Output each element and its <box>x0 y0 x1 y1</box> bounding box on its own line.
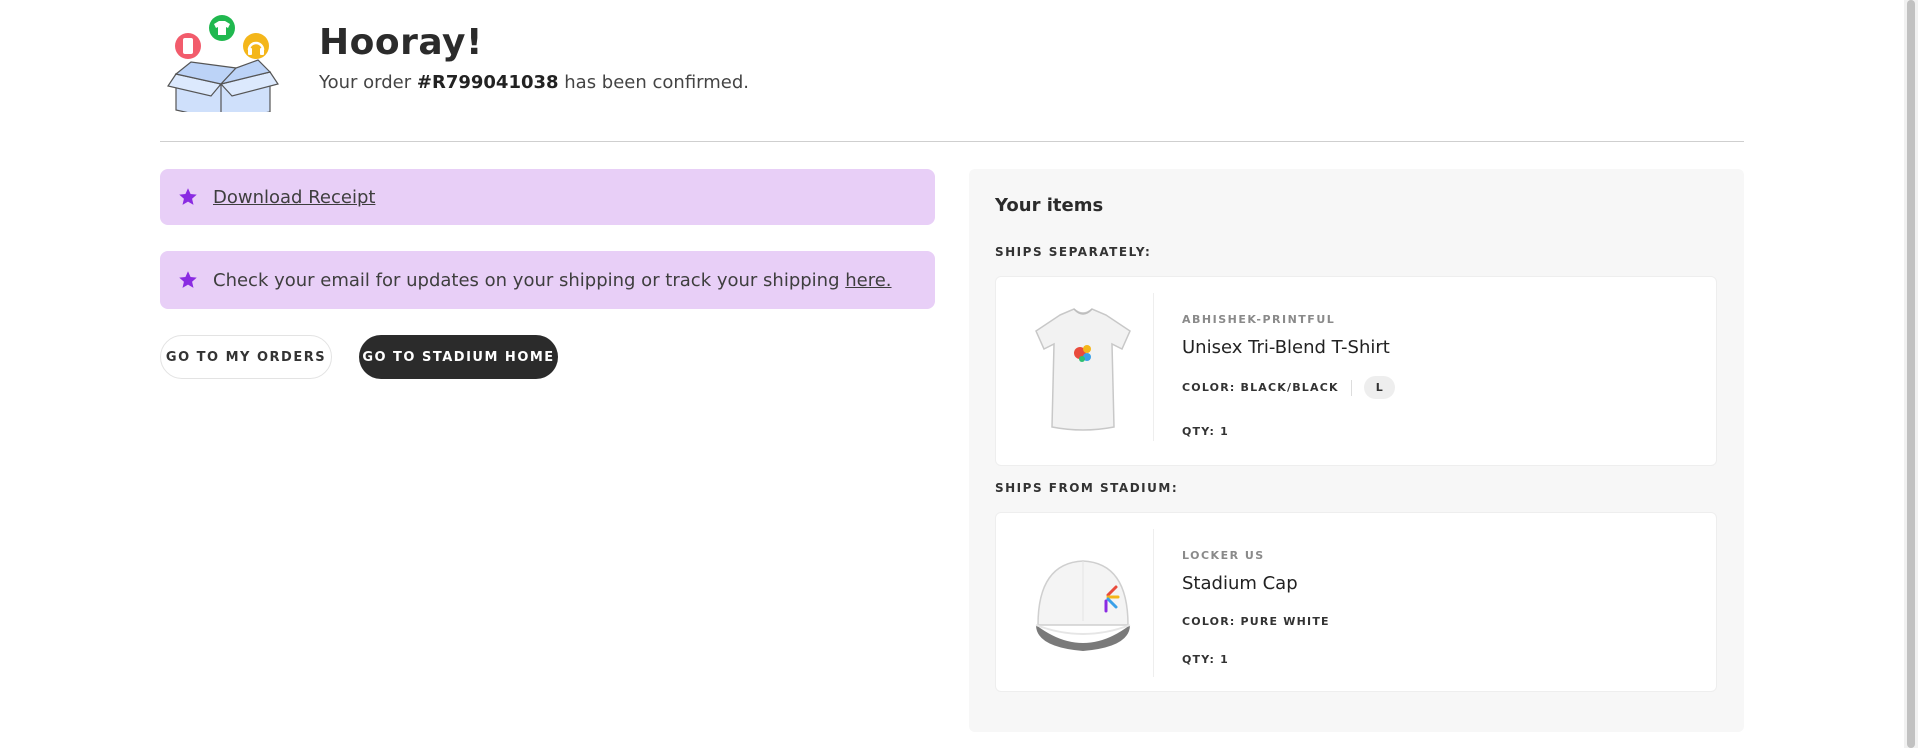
subtitle-prefix: Your order <box>319 72 417 93</box>
shipping-text: Check your email for updates on your shi… <box>213 269 846 291</box>
item-size-badge: L <box>1363 376 1395 399</box>
confirmation-header: Hooray! Your order #R799041038 has been … <box>160 0 1744 142</box>
shipping-notice: Check your email for updates on your shi… <box>160 251 935 309</box>
order-item-card: ABHISHEK-PRINTFUL Unisex Tri-Blend T-Shi… <box>995 276 1717 466</box>
page-scrollbar[interactable] <box>1904 0 1918 748</box>
your-items-title: Your items <box>995 195 1104 216</box>
item-quantity: QTY: 1 <box>1182 653 1229 666</box>
gift-box-illustration <box>167 15 279 112</box>
receipt-notice: Download Receipt <box>160 169 935 225</box>
cap-image <box>1035 560 1131 651</box>
item-color: COLOR: BLACK/BLACK <box>1182 381 1339 394</box>
ships-separately-label: SHIPS SEPARATELY: <box>995 245 1152 259</box>
card-separator <box>1153 529 1154 677</box>
card-separator <box>1153 293 1154 441</box>
star-icon <box>179 271 197 288</box>
go-to-my-orders-button[interactable]: GO TO MY ORDERS <box>160 335 332 379</box>
order-confirmation-text: Your order #R799041038 has been confirme… <box>319 72 749 93</box>
page-title: Hooray! <box>319 22 483 63</box>
item-quantity: QTY: 1 <box>1182 425 1229 438</box>
item-color: COLOR: PURE WHITE <box>1182 615 1330 628</box>
item-name: Stadium Cap <box>1182 573 1298 594</box>
variant-divider <box>1350 379 1352 396</box>
download-receipt-link[interactable]: Download Receipt <box>213 187 375 208</box>
order-number: #R799041038 <box>416 72 559 93</box>
item-variant: COLOR: BLACK/BLACK L <box>1182 376 1395 399</box>
go-to-stadium-home-button[interactable]: GO TO STADIUM HOME <box>359 335 558 379</box>
item-brand: ABHISHEK-PRINTFUL <box>1182 313 1336 326</box>
your-items-panel: Your items SHIPS SEPARATELY: ABHISHEK-PR… <box>969 169 1744 732</box>
shipping-notice-text: Check your email for updates on your shi… <box>213 270 892 291</box>
subtitle-suffix: has been confirmed. <box>558 72 750 93</box>
scrollbar-thumb[interactable] <box>1907 0 1915 748</box>
item-brand: LOCKER US <box>1182 549 1265 562</box>
track-shipping-link[interactable]: here. <box>845 270 891 291</box>
order-item-card: LOCKER US Stadium Cap COLOR: PURE WHITE … <box>995 512 1717 692</box>
star-icon <box>179 188 197 205</box>
header-divider <box>160 141 1744 142</box>
tshirt-image <box>1035 308 1131 431</box>
item-variant: COLOR: PURE WHITE <box>1182 615 1330 628</box>
item-name: Unisex Tri-Blend T-Shirt <box>1182 337 1390 358</box>
ships-from-stadium-label: SHIPS FROM STADIUM: <box>995 481 1179 495</box>
